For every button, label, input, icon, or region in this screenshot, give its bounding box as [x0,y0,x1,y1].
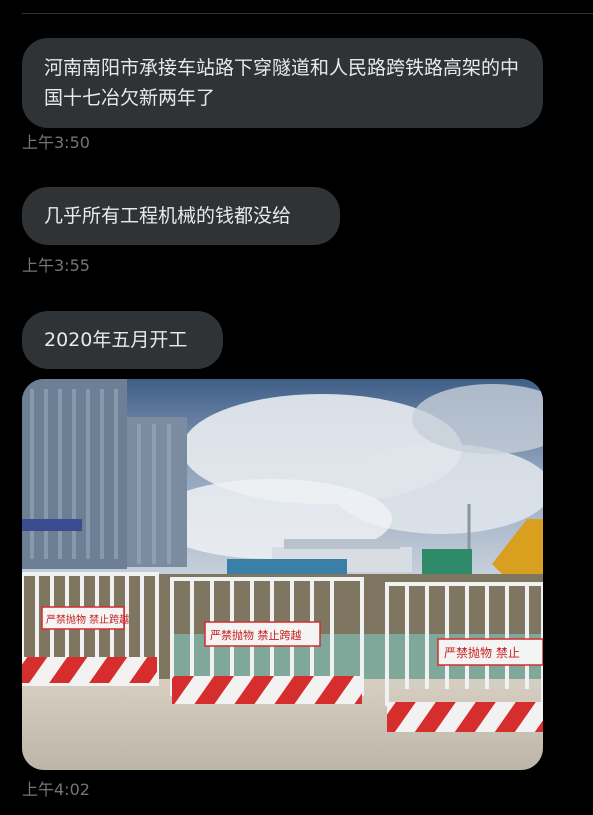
message-text: 河南南阳市承接车站路下穿隧道和人民路跨铁路高架的中国十七冶欠新两年了 [44,57,520,109]
construction-site-image: 严禁抛物 禁止跨越 严禁抛物 禁止跨越 严禁抛物 禁止 [22,379,543,770]
message-bubble[interactable]: 几乎所有工程机械的钱都没给 [22,187,340,245]
message-timestamp: 上午4:02 [22,780,90,799]
message-text: 几乎所有工程机械的钱都没给 [44,205,292,227]
message-bubble[interactable]: 2020年五月开工 [22,311,223,369]
message-bubble[interactable]: 河南南阳市承接车站路下穿隧道和人民路跨铁路高架的中国十七冶欠新两年了 [22,38,543,128]
dm-conversation: 河南南阳市承接车站路下穿隧道和人民路跨铁路高架的中国十七冶欠新两年了 上午3:5… [0,0,593,815]
warning-sign-text: 严禁抛物 禁止 [444,645,520,660]
message-text: 2020年五月开工 [44,329,188,351]
message-timestamp: 上午3:55 [22,256,90,275]
warning-sign-text: 严禁抛物 禁止跨越 [210,628,302,642]
warning-sign-text: 严禁抛物 禁止跨越 [46,613,129,626]
message-photo[interactable]: 严禁抛物 禁止跨越 严禁抛物 禁止跨越 严禁抛物 禁止 [22,379,543,770]
divider [22,13,593,14]
message-timestamp: 上午3:50 [22,133,90,152]
